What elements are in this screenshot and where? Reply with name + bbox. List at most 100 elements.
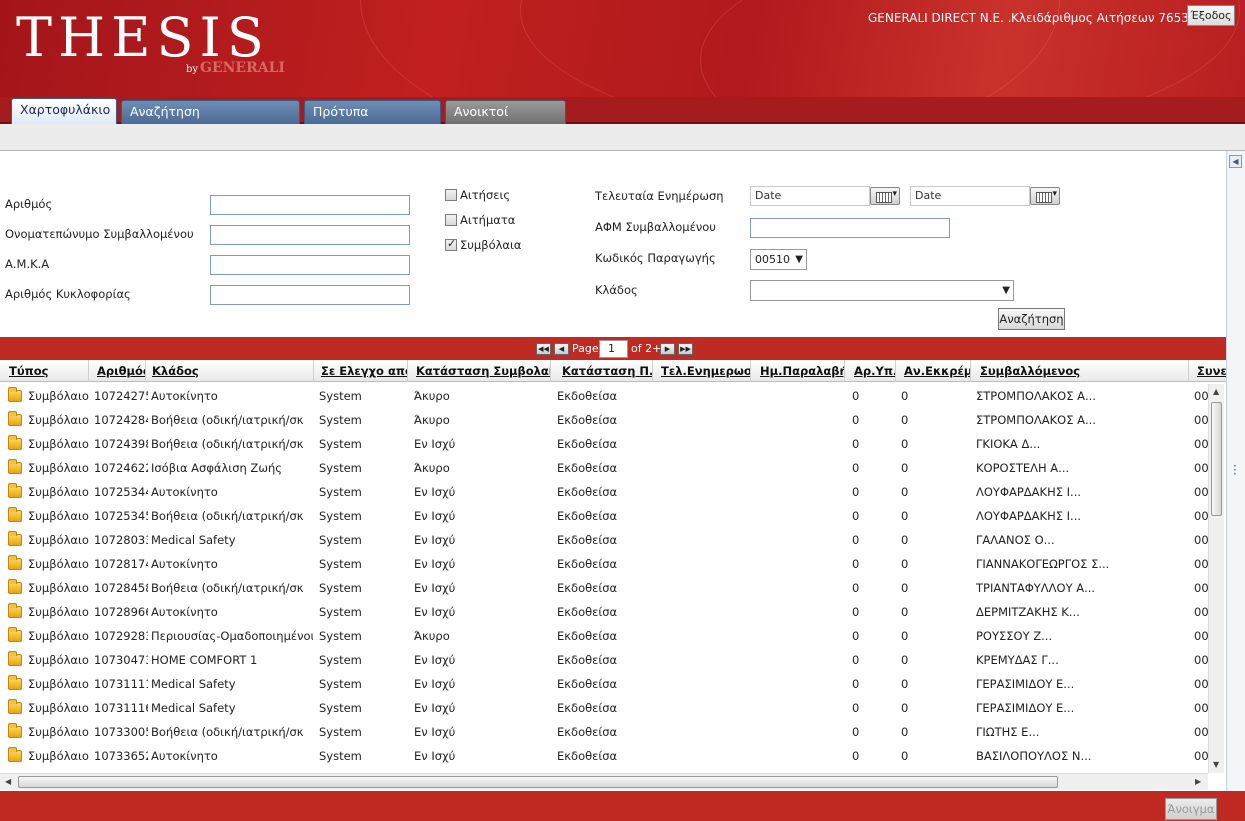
applications-checkbox[interactable] (445, 189, 457, 201)
sub-count-cell: 0 (852, 725, 860, 739)
splitter-grip-icon[interactable]: · · · (1233, 460, 1237, 480)
table-row[interactable]: Συμβόλαιο 10728174 Αυτοκίνητο System Εν Ισχύ… (0, 552, 1226, 576)
production-code-select[interactable]: 00510 ▼ (750, 249, 807, 270)
open-pending-cell: 0 (901, 461, 909, 475)
table-row[interactable]: Συμβόλαιο 10733652 Αυτοκίνητο System Εν Ισχύ… (0, 744, 1226, 768)
search-button[interactable]: Αναζήτηση (998, 308, 1065, 330)
amka-label: Α.Μ.Κ.Α (5, 257, 50, 271)
branch-cell: Medical Safety (151, 677, 236, 691)
checked-by-cell: System (319, 485, 362, 499)
sub-count-cell: 0 (852, 557, 860, 571)
calendar-icon[interactable] (1030, 187, 1060, 205)
column-header-branch[interactable]: Κλάδος (149, 360, 314, 382)
type-cell: Συμβόλαιο (28, 749, 89, 763)
key-info: Κλειδάριθμος Αιτήσεων 765340 (1011, 11, 1205, 25)
table-row[interactable]: Συμβόλαιο 10729283 Περιουσίας-Ομαδοποιημέν… (0, 624, 1226, 648)
next-page-icon[interactable]: ▶ (660, 343, 675, 355)
contractor-cell: ΔΕΡΜΙΤΖΑΚΗΣ Κ... (976, 605, 1080, 619)
last-page-icon[interactable]: ▶▶ (678, 343, 693, 355)
pp-status-cell: Εκδοθείσα (557, 677, 618, 691)
amka-input[interactable] (210, 255, 410, 275)
branch-select[interactable]: ▼ (750, 280, 1014, 301)
column-header-receipt-date[interactable]: Ημ.Παραλαβής (757, 360, 845, 382)
vertical-scrollbar[interactable]: ▲ ▼ (1208, 384, 1224, 773)
vertical-scroll-thumb[interactable] (1211, 402, 1222, 516)
column-header-pp-status[interactable]: Κατάσταση Π.Π. (559, 360, 653, 382)
plate-number-input[interactable] (210, 285, 410, 305)
scroll-down-icon[interactable]: ▼ (1213, 760, 1219, 769)
calendar-icon[interactable] (870, 187, 900, 205)
folder-icon (8, 411, 22, 426)
folder-icon (8, 435, 22, 450)
scroll-up-icon[interactable]: ▲ (1213, 387, 1219, 396)
table-row[interactable]: Συμβόλαιο 10725344 Αυτοκίνητο System Εν Ισχύ… (0, 480, 1226, 504)
pp-status-cell: Εκδοθείσα (557, 605, 618, 619)
plate-number-label: Αριθμός Κυκλοφορίας (5, 287, 131, 301)
table-row[interactable]: Συμβόλαιο 10728966 Αυτοκίνητο System Εν Ισχύ… (0, 600, 1226, 624)
horizontal-scrollbar[interactable]: ◀ ▶ (0, 773, 1208, 790)
prev-page-icon[interactable]: ◀ (554, 343, 569, 355)
results-grid: Τύπος Αριθμός Κλάδος Σε Ελεγχο απο Κατάσ… (0, 360, 1226, 773)
contractor-name-input[interactable] (210, 225, 410, 245)
checked-by-cell: System (319, 725, 362, 739)
first-page-icon[interactable]: ◀◀ (536, 343, 551, 355)
open-button[interactable]: Άνοιγμα (1165, 798, 1217, 820)
date-to-input[interactable]: Date (910, 186, 1030, 206)
table-row[interactable]: Συμβόλαιο 10724284 Βοήθεια (οδική/ιατρική/… (0, 408, 1226, 432)
column-header-partner[interactable]: Συνεργάτης (1194, 360, 1226, 382)
tab-application-templates[interactable]: Πρότυπα Αιτήσεων (304, 100, 441, 141)
policy-status-cell: Εν Ισχύ (414, 701, 456, 715)
table-row[interactable]: Συμβόλαιο 10731116 Medical Safety System Εν … (0, 696, 1226, 720)
pp-status-cell: Εκδοθείσα (557, 701, 618, 715)
checked-by-cell: System (319, 629, 362, 643)
tab-portfolio[interactable]: Χαρτοφυλάκιο (11, 98, 117, 124)
checked-by-cell: System (319, 557, 362, 571)
table-row[interactable]: Συμβόλαιο 10733005 Βοήθεια (οδική/ιατρική/… (0, 720, 1226, 744)
open-pending-cell: 0 (901, 437, 909, 451)
table-row[interactable]: Συμβόλαιο 10728033 Medical Safety System Εν … (0, 528, 1226, 552)
collapse-left-icon[interactable]: ◀ (1229, 155, 1242, 168)
table-row[interactable]: Συμβόλαιο 10728458 Βοήθεια (οδική/ιατρική/… (0, 576, 1226, 600)
horizontal-scroll-thumb[interactable] (18, 776, 1058, 788)
exit-button[interactable]: Έξοδος (1187, 5, 1235, 26)
column-header-contractor[interactable]: Συμβαλλόμενος (977, 360, 1189, 382)
open-pending-cell: 0 (901, 677, 909, 691)
number-cell: 10730473 (94, 653, 148, 667)
table-row[interactable]: Συμβόλαιο 10730473 HOME COMFORT 1 System Εν … (0, 648, 1226, 672)
number-input[interactable] (210, 195, 410, 215)
table-row[interactable]: Συμβόλαιο 10731111 Medical Safety System Εν … (0, 672, 1226, 696)
requests-checkbox[interactable] (445, 214, 457, 226)
folder-icon (8, 555, 22, 570)
folder-icon (8, 699, 22, 714)
column-header-checked-by[interactable]: Σε Ελεγχο απο (318, 360, 408, 382)
column-header-open-pending[interactable]: Αν.Εκκρέμ. (901, 360, 971, 382)
table-row[interactable]: Συμβόλαιο 10725345 Βοήθεια (οδική/ιατρική/… (0, 504, 1226, 528)
sub-count-cell: 0 (852, 485, 860, 499)
column-header-last-update[interactable]: Τελ.Ενημερωση (658, 360, 751, 382)
contractor-cell: ΣΤΡΟΜΠΟΛΑΚΟΣ Α... (976, 413, 1096, 427)
sub-count-cell: 0 (852, 653, 860, 667)
pp-status-cell: Εκδοθείσα (557, 629, 618, 643)
page-number-input[interactable]: 1 (599, 340, 628, 358)
requests-checkbox-label: Αιτήματα (460, 213, 516, 227)
afm-input[interactable] (750, 218, 950, 238)
column-header-number[interactable]: Αριθμός (94, 360, 146, 382)
checked-by-cell: System (319, 509, 362, 523)
table-row[interactable]: Συμβόλαιο 10724275 Αυτοκίνητο System Άκυρο Εκ… (0, 384, 1226, 408)
table-row[interactable]: Συμβόλαιο 10724622 Ισόβια Ασφάλιση Ζωής Sys… (0, 456, 1226, 480)
policy-status-cell: Εν Ισχύ (414, 725, 456, 739)
tab-open-folders[interactable]: Ανοικτοί Φάκελοι (445, 100, 566, 141)
tab-pending-search[interactable]: Αναζήτηση Εκκρεμοτήτων (121, 100, 300, 141)
contractor-cell: ΓΙΑΝΝΑΚΟΓΕΩΡΓΟΣ Σ... (976, 557, 1110, 571)
date-from-input[interactable]: Date (750, 186, 870, 206)
scroll-left-icon[interactable]: ◀ (5, 777, 11, 786)
type-cell: Συμβόλαιο (28, 557, 89, 571)
policies-checkbox[interactable] (445, 237, 457, 251)
column-header-policy-status[interactable]: Κατάσταση Συμβολαίου (413, 360, 551, 382)
column-header-sub-count[interactable]: Αρ.Υπ. (851, 360, 896, 382)
number-cell: 10725344 (94, 485, 148, 499)
type-cell: Συμβόλαιο (28, 605, 89, 619)
table-row[interactable]: Συμβόλαιο 10724398 Βοήθεια (οδική/ιατρική/… (0, 432, 1226, 456)
scroll-right-icon[interactable]: ▶ (1195, 777, 1201, 786)
column-header-type[interactable]: Τύπος (6, 360, 89, 382)
